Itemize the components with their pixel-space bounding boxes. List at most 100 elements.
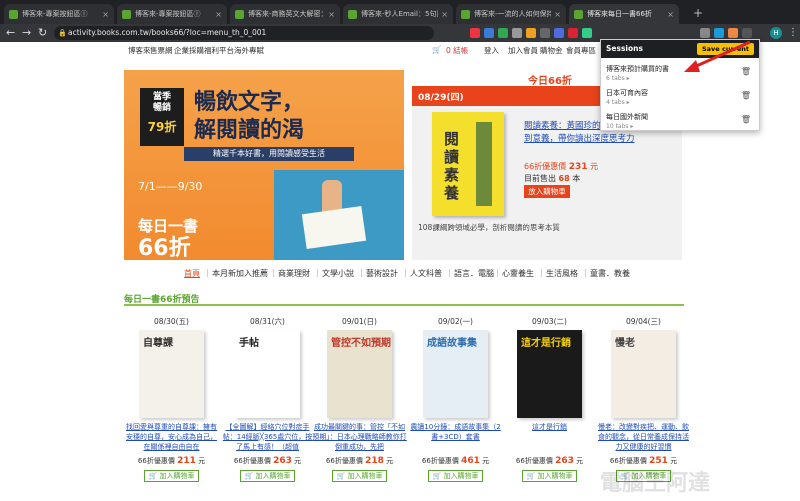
browser-tab[interactable]: 博客來-專案按鈕區Ⓘ × [4,4,114,24]
book-date: 09/01(日) [342,317,377,326]
book-title[interactable]: 農讀10分鐘：成語故事集（2書+3CD）套書 [408,422,503,452]
close-icon[interactable]: × [102,10,109,19]
deal-stock: 目前售出 68 本 [524,174,581,183]
forward-icon[interactable]: → [22,26,31,40]
nav-link[interactable]: 海外專賦 [234,45,264,56]
add-to-cart-button[interactable]: 🛒 加入購物車 [428,470,483,482]
add-to-cart-button[interactable]: 🛒 加入購物車 [522,470,577,482]
add-to-cart-button[interactable]: 🛒 加入購物車 [240,470,295,482]
category-link[interactable]: 人文科普 [410,268,442,279]
category-link[interactable]: 藝術設計 [366,268,398,279]
extension-icon[interactable] [554,28,564,38]
add-to-cart-button[interactable]: 🛒 加入購物車 [144,470,199,482]
book-cover[interactable]: 手帖 [235,330,300,418]
book-date: 08/30(五) [154,317,189,326]
book-title[interactable]: 成功最關鍵的事：管控「不如預期」：日本心理戰略師教你打倒重成功，先把 [312,422,407,452]
banner-discount: 66折 [138,236,191,260]
nav-link[interactable]: 企業採購 [174,45,204,56]
nav-link[interactable]: 博客來 [128,45,151,56]
reload-icon[interactable]: ↻ [38,26,47,40]
cart-link[interactable]: 0 結帳 [446,45,468,56]
lock-icon: 🔒 [58,29,67,37]
nav-link[interactable]: 售票網 [150,45,173,56]
category-link[interactable]: 首頁 [184,268,200,279]
extension-icon[interactable] [742,28,752,38]
book-cover[interactable]: 慢老 [611,330,676,418]
category-link[interactable]: 生活風格 [546,268,578,279]
book-card: 09/03(二) 這才是行銷 這才是行銷 66折優惠價 263 元 🛒 加入購物車 [502,316,597,486]
book-card: 09/01(日) 管控不如預期成功最關鍵的事：管控「不如預期」：日本心理戰略師教你… [312,316,407,486]
book-price: 66折優惠價 211 元 [137,456,206,466]
book-card: 09/04(三) 慢老 慢老：改變對疾把、運動、飲食的觀念，從日常養成保持活力又健康… [596,316,691,486]
extension-icon[interactable] [512,28,522,38]
session-item[interactable]: 每日國外新聞 10 tabs ▸ 🗑 [601,110,759,132]
nav-link[interactable]: 購物金 [540,45,563,56]
add-to-cart-button[interactable]: 🛒 加入購物車 [332,470,387,482]
favicon-icon [574,9,583,19]
book-cover[interactable]: 管控不如預期 [327,330,392,418]
more-menu-icon[interactable]: ⋮ [788,27,798,38]
nav-link[interactable]: 登入 [484,45,499,56]
session-item[interactable]: 日本可育內容 4 tabs ▸ 🗑 [601,86,759,108]
deal-book-cover[interactable]: 閱讀素養 [432,112,504,216]
close-icon[interactable]: × [328,10,335,19]
nav-link[interactable]: 福利平台 [204,45,234,56]
extension-icon[interactable] [484,28,494,38]
category-link[interactable]: 語言．電腦 [454,268,494,279]
profile-avatar[interactable]: H [770,27,782,39]
category-link[interactable]: 商業理財 [278,268,310,279]
nav-link[interactable]: 加入會員 [508,45,538,56]
browser-tab[interactable]: 博客來-專案按鈕區Ⓘ × [117,4,227,24]
category-nav: 首頁 | 本月新加入推薦 | 商業理財 | 文學小說 | 藝術設計 | 人文科普… [184,268,630,279]
category-link[interactable]: 本月新加入推薦 [212,268,268,279]
trash-icon[interactable]: 🗑 [741,91,751,100]
browser-tab-active[interactable]: 博客來每日一書66折 × [569,4,679,24]
back-icon[interactable]: ← [6,26,15,40]
book-title[interactable]: 這才是行銷 [502,422,597,452]
favicon-icon [235,9,244,19]
category-link[interactable]: 文學小說 [322,268,354,279]
category-link[interactable]: 童書．教養 [590,268,630,279]
favicon-icon [348,9,357,19]
address-bar[interactable]: 🔒 activity.books.com.tw/books66/?loc=men… [54,26,434,40]
book-cover[interactable]: 自尊課 [139,330,204,418]
book-cover[interactable]: 成語故事集 [423,330,488,418]
extension-icon[interactable] [526,28,536,38]
book-title[interactable]: 找回愛與尊重的自尊課：擁有安穩的自尊，安心成為自己，在關係裡自由自在 [124,422,219,452]
browser-tab-bar: 博客來-專案按鈕區Ⓘ× 博客來-專案按鈕區Ⓘ× 博客來-商務英文大解密：用10×… [0,0,800,24]
book-price: 66折優惠價 461 元 [421,456,490,466]
book-price: 66折優惠價 263 元 [515,456,584,466]
nav-link[interactable]: 會員專區 [566,45,596,56]
deal-date: 08/29(四) [418,93,464,103]
favicon-icon [461,9,470,19]
close-icon[interactable]: × [554,10,561,19]
extension-icon[interactable] [568,28,578,38]
cart-icon[interactable]: 🛒 [432,45,441,54]
book-title[interactable]: 慢老：改變對疾把、運動、飲食的觀念，從日常養成保持活力又健康的好習慣 [596,422,691,452]
close-icon[interactable]: × [215,10,222,19]
book-title[interactable]: 【全圖解】經絡穴位對症手帖：14經脈╳365處穴位，按了馬上有感！（超值 [220,422,315,452]
extension-icon[interactable] [498,28,508,38]
category-link[interactable]: 心靈養生 [502,268,534,279]
watermark: 電腦王阿達 [600,471,711,496]
browser-tab[interactable]: 博客來-商務英文大解密：用10× [230,4,340,24]
close-icon[interactable]: × [667,10,674,19]
extension-icon[interactable] [714,28,724,38]
browser-tab[interactable]: 博客來-一流的人如何保持顛峰× [456,4,566,24]
new-tab-button[interactable]: + [693,6,703,20]
extension-icon[interactable] [728,28,738,38]
deal-description: 108課綱跨領域必學，剖析閱讀的思考本質 [418,223,560,232]
book-date: 09/03(二) [532,317,567,326]
today-deal-title: 今日66折 [528,76,572,87]
close-icon[interactable]: × [441,10,448,19]
add-to-cart-button[interactable]: 放入購物車 [524,185,570,198]
extension-icon[interactable] [540,28,550,38]
extension-icon[interactable] [470,28,480,38]
banner-dates: 7/1——9/30 [138,180,203,193]
browser-tab[interactable]: 博客來-秒人Email：5句話秒完× [343,4,453,24]
trash-icon[interactable]: 🗑 [741,115,751,124]
extension-icon[interactable] [700,28,710,38]
extension-icon[interactable] [582,28,592,38]
book-cover[interactable]: 這才是行銷 [517,330,582,418]
promo-banner[interactable]: 當季 暢銷 79折 暢飲文字， 解閱讀的渴 精選千本好書，用閱讀感受生活 7/1——… [124,70,404,260]
